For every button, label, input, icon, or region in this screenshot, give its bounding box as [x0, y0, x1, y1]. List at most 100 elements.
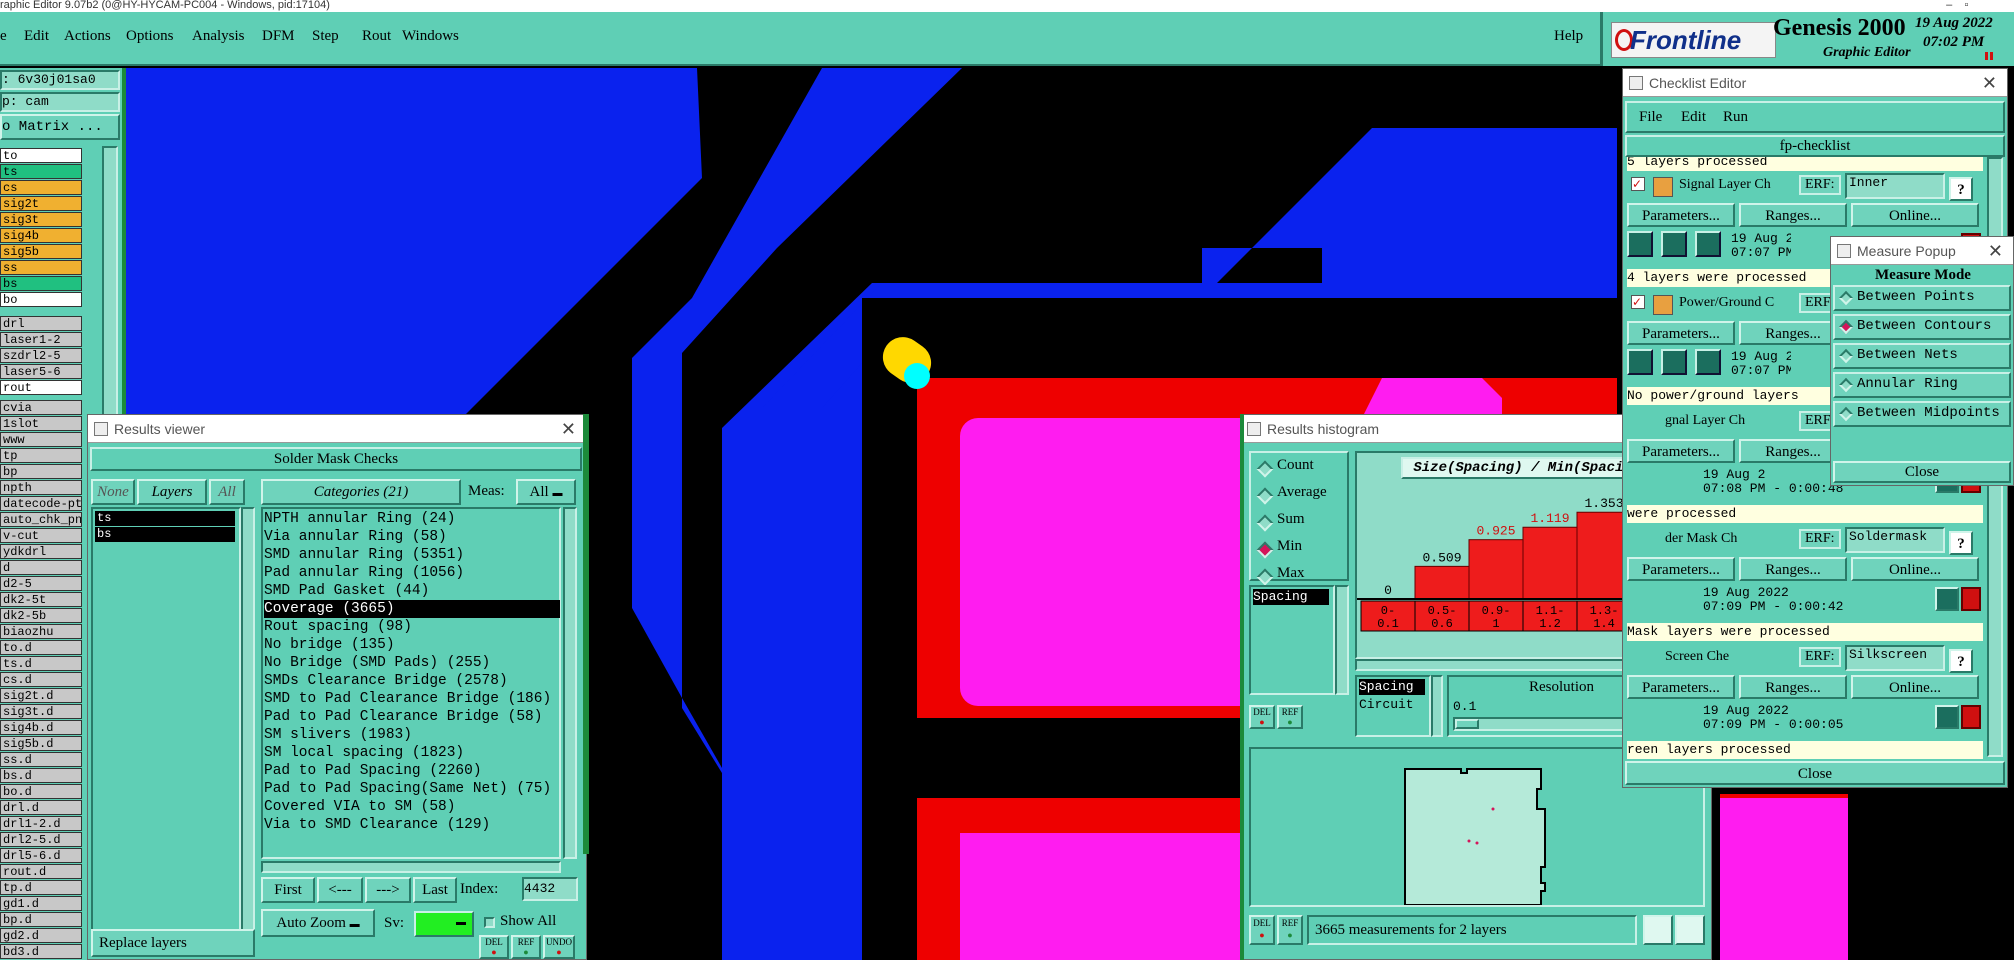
category-item[interactable]: Rout spacing (98) [264, 618, 412, 636]
layers-button[interactable]: Layers [137, 479, 207, 505]
layer-ts[interactable]: ts [0, 164, 82, 179]
next-button[interactable]: ---> [365, 877, 411, 903]
alert-icon[interactable] [1961, 587, 1981, 611]
measure-option[interactable]: Between Contours [1833, 314, 2011, 340]
layer-drl[interactable]: drl [0, 316, 82, 331]
layer-datecode-pt[interactable]: datecode-pt [0, 496, 82, 511]
close-icon[interactable]: ✕ [1982, 69, 1997, 97]
run-icon[interactable] [1695, 349, 1721, 375]
measure-radio[interactable] [1838, 406, 1854, 422]
layer-auto_chk_pn[interactable]: auto_chk_pn [0, 512, 82, 527]
help-button[interactable]: ? [1949, 531, 1973, 555]
layer-dk2-5t[interactable]: dk2-5t [0, 592, 82, 607]
replace-layers-button[interactable]: Replace layers [91, 929, 255, 957]
checklist-menu-edit[interactable]: Edit [1681, 109, 1706, 126]
run-icon[interactable] [1695, 231, 1721, 257]
del-button[interactable]: DEL ● [479, 935, 509, 959]
layer-drl1-2.d[interactable]: drl1-2.d [0, 816, 82, 831]
category-item[interactable]: SM local spacing (1823) [264, 744, 464, 762]
help-button[interactable]: ? [1949, 649, 1973, 673]
layer-ss.d[interactable]: ss.d [0, 752, 82, 767]
ranges-button[interactable]: Ranges... [1739, 675, 1847, 699]
category-item[interactable]: Pad to Pad Spacing (2260) [264, 762, 482, 780]
close-icon[interactable]: ✕ [1988, 237, 2003, 265]
show-all-checkbox[interactable] [484, 917, 495, 928]
category-item[interactable]: SMDs Clearance Bridge (2578) [264, 672, 508, 690]
zoom-icon[interactable] [1935, 587, 1959, 611]
checklist-menu-file[interactable]: File [1639, 109, 1662, 126]
erf-field[interactable]: Inner [1845, 173, 1945, 199]
layer-sig4b[interactable]: sig4b [0, 228, 82, 243]
category-item[interactable]: Pad to Pad Spacing(Same Net) (75) [264, 780, 551, 798]
layer-bd3.d[interactable]: bd3.d [0, 944, 82, 959]
layer-v-cut[interactable]: v-cut [0, 528, 82, 543]
attribute-list[interactable]: Spacing [1249, 585, 1335, 695]
layer-bs.d[interactable]: bs.d [0, 768, 82, 783]
layer-ss[interactable]: ss [0, 260, 82, 275]
attribute-item-spacing[interactable]: Spacing [1253, 589, 1329, 605]
measure-radio[interactable] [1838, 348, 1854, 364]
matrix-button[interactable]: o Matrix ... [0, 114, 120, 140]
zoom-view-icon[interactable] [1675, 915, 1705, 945]
run-icon[interactable] [1627, 349, 1653, 375]
close-icon[interactable]: ✕ [561, 415, 576, 443]
layer-tp.d[interactable]: tp.d [0, 880, 82, 895]
category-item[interactable]: Via annular Ring (58) [264, 528, 447, 546]
layer-drl5-6.d[interactable]: drl5-6.d [0, 848, 82, 863]
category-item[interactable]: SMD Pad Gasket (44) [264, 582, 429, 600]
mode-radio-average[interactable] [1256, 487, 1274, 505]
categories-scrollbar[interactable] [563, 507, 577, 859]
mode-radio-count[interactable] [1256, 460, 1274, 478]
mode-radio-sum[interactable] [1256, 514, 1274, 532]
menu-item[interactable]: Analysis [192, 28, 245, 45]
layer-sig3t.d[interactable]: sig3t.d [0, 704, 82, 719]
layer-tp[interactable]: tp [0, 448, 82, 463]
chart-view-icon[interactable] [1643, 915, 1673, 945]
layer-bp.d[interactable]: bp.d [0, 912, 82, 927]
layer-drl2-5.d[interactable]: drl2-5.d [0, 832, 82, 847]
layer-sig3t[interactable]: sig3t [0, 212, 82, 227]
measure-radio[interactable] [1838, 290, 1854, 306]
layer-www[interactable]: www [0, 432, 82, 447]
category-item[interactable]: No Bridge (SMD Pads) (255) [264, 654, 490, 672]
hist-ref-button[interactable]: REF ● [1277, 705, 1303, 729]
menu-item[interactable]: Actions [64, 28, 111, 45]
layer-sig2t[interactable]: sig2t [0, 196, 82, 211]
layer-bs[interactable]: bs [0, 276, 82, 291]
layer-bp[interactable]: bp [0, 464, 82, 479]
ranges-button[interactable]: Ranges... [1739, 557, 1847, 581]
preview-del-button[interactable]: DEL ● [1249, 915, 1275, 945]
check-enabled-icon[interactable]: ✓ [1631, 177, 1645, 191]
run-icon[interactable] [1627, 231, 1653, 257]
menu-help[interactable]: Help [1554, 28, 1583, 45]
parameters-button[interactable]: Parameters... [1627, 203, 1735, 227]
layer-1slot[interactable]: 1slot [0, 416, 82, 431]
mode-radio-min[interactable] [1256, 541, 1274, 559]
layer-drl.d[interactable]: drl.d [0, 800, 82, 815]
layer-select-list[interactable]: ts bs [91, 507, 241, 937]
measure-radio[interactable] [1838, 377, 1854, 393]
menu-item[interactable]: Edit [24, 28, 49, 45]
last-button[interactable]: Last [413, 877, 457, 903]
layer-cvia[interactable]: cvia [0, 400, 82, 415]
attribute-scrollbar[interactable] [1335, 585, 1349, 695]
attr-spacing[interactable]: Spacing [1359, 679, 1425, 695]
category-item[interactable]: SMD annular Ring (5351) [264, 546, 464, 564]
meas-select[interactable]: All ▬ [516, 479, 576, 505]
categories-header[interactable]: Categories (21) [261, 479, 461, 505]
layer-ts.d[interactable]: ts.d [0, 656, 82, 671]
layer-bo.d[interactable]: bo.d [0, 784, 82, 799]
layer-szdrl2-5[interactable]: szdrl2-5 [0, 348, 82, 363]
layer-list-scrollbar[interactable] [241, 507, 255, 937]
layer-cs.d[interactable]: cs.d [0, 672, 82, 687]
measure-option[interactable]: Between Points [1833, 285, 2011, 311]
index-input[interactable]: 4432 [522, 877, 578, 901]
mode-radio-max[interactable] [1256, 568, 1274, 586]
layer-to.d[interactable]: to.d [0, 640, 82, 655]
ref-button[interactable]: REF ● [511, 935, 541, 959]
auto-zoom-select[interactable]: Auto Zoom ▬ [261, 909, 375, 937]
attr-circuit[interactable]: Circuit [1359, 697, 1414, 713]
layer-cs[interactable]: cs [0, 180, 82, 195]
layer-gd2.d[interactable]: gd2.d [0, 928, 82, 943]
measure-radio[interactable] [1838, 319, 1854, 335]
